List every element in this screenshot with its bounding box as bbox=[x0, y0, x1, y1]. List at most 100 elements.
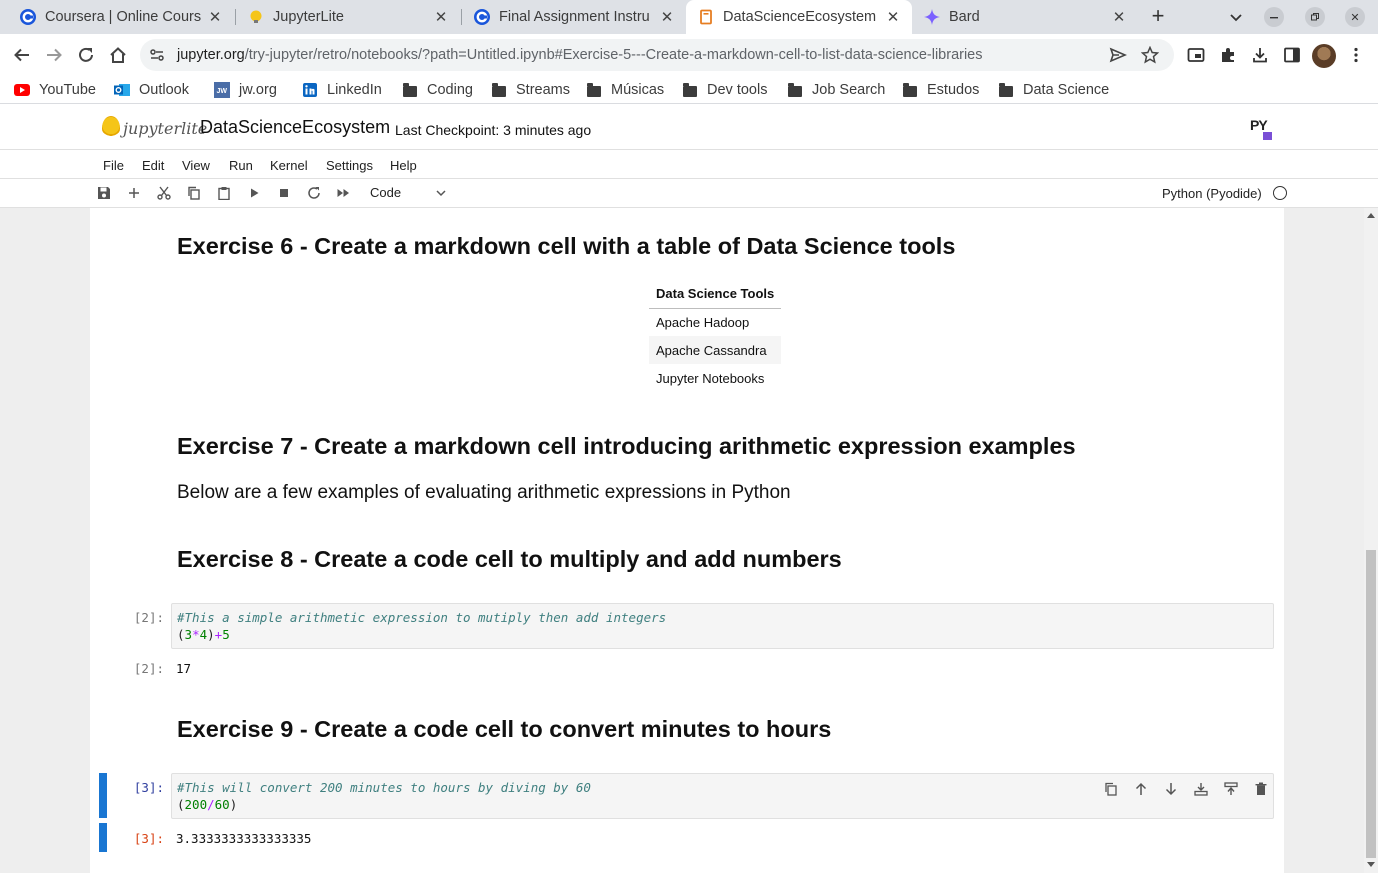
exercise-7-heading: Exercise 7 - Create a markdown cell intr… bbox=[177, 433, 1076, 459]
bookmark-star-icon[interactable] bbox=[1140, 45, 1160, 65]
menu-kernel[interactable]: Kernel bbox=[270, 158, 308, 173]
close-tab-icon[interactable]: ✕ bbox=[206, 8, 224, 26]
close-tab-icon[interactable]: ✕ bbox=[884, 8, 902, 26]
tab-title: Final Assignment Instru bbox=[499, 9, 650, 25]
url-text: jupyter.org/try-jupyter/retro/notebooks/… bbox=[177, 47, 983, 63]
exercise-8-heading: Exercise 8 - Create a code cell to multi… bbox=[177, 546, 842, 572]
bookmark-folder-data-science[interactable]: Data Science bbox=[998, 80, 1109, 100]
tab-search-icon[interactable] bbox=[1226, 7, 1246, 27]
scroll-down-icon[interactable] bbox=[1367, 862, 1375, 867]
paste-icon[interactable] bbox=[216, 185, 232, 201]
folder-icon bbox=[787, 82, 803, 97]
side-panel-icon[interactable] bbox=[1282, 45, 1302, 65]
insert-above-icon[interactable] bbox=[1186, 780, 1216, 798]
site-info-icon[interactable] bbox=[149, 47, 165, 63]
download-icon[interactable] bbox=[1250, 45, 1270, 65]
tab-title: Bard bbox=[949, 9, 980, 25]
cell-3-input-prompt: [3]: bbox=[133, 780, 164, 795]
profile-avatar[interactable] bbox=[1312, 44, 1336, 68]
tab-coursera[interactable]: Coursera | Online Cours ✕ bbox=[8, 0, 234, 34]
notebook-scrollbar[interactable] bbox=[1364, 208, 1378, 873]
input-collapser[interactable] bbox=[99, 773, 107, 818]
cell-type-select[interactable]: Code bbox=[370, 185, 401, 200]
duplicate-cell-icon[interactable] bbox=[1096, 780, 1126, 798]
run-icon[interactable] bbox=[246, 185, 262, 201]
cell-2-code-input[interactable]: #This a simple arithmetic expression to … bbox=[171, 603, 1274, 649]
close-tab-icon[interactable]: ✕ bbox=[658, 8, 676, 26]
menu-run[interactable]: Run bbox=[229, 158, 253, 173]
last-checkpoint: Last Checkpoint: 3 minutes ago bbox=[395, 122, 592, 138]
bookmark-label: Dev tools bbox=[707, 82, 768, 98]
bookmark-jw-org[interactable]: JW jw.org bbox=[214, 80, 277, 100]
bookmark-label: LinkedIn bbox=[327, 82, 382, 98]
address-bar[interactable]: jupyter.org/try-jupyter/retro/notebooks/… bbox=[140, 39, 1174, 71]
exercise-6-heading: Exercise 6 - Create a markdown cell with… bbox=[177, 233, 956, 259]
bookmark-label: YouTube bbox=[39, 82, 96, 98]
send-icon[interactable] bbox=[1108, 45, 1128, 65]
delete-cell-icon[interactable] bbox=[1246, 780, 1276, 798]
close-tab-icon[interactable]: ✕ bbox=[432, 8, 450, 26]
url-domain: jupyter.org bbox=[177, 47, 245, 63]
cut-icon[interactable] bbox=[156, 185, 172, 201]
cell-2-output-prompt: [2]: bbox=[133, 661, 164, 676]
run-all-icon[interactable] bbox=[336, 185, 352, 201]
cast-icon[interactable] bbox=[1186, 45, 1206, 65]
extensions-icon[interactable] bbox=[1218, 45, 1238, 65]
more-menu-icon[interactable] bbox=[1346, 45, 1366, 65]
output-collapser[interactable] bbox=[99, 823, 107, 852]
jupyter-header: jupyterlite DataScienceEcosystem Last Ch… bbox=[0, 105, 1378, 150]
move-down-icon[interactable] bbox=[1156, 780, 1186, 798]
scroll-up-icon[interactable] bbox=[1367, 213, 1375, 218]
new-tab-icon[interactable]: + bbox=[1146, 5, 1170, 29]
back-icon[interactable] bbox=[10, 43, 34, 67]
bookmark-youtube[interactable]: YouTube bbox=[14, 80, 96, 100]
jupyterlite-logo[interactable]: jupyterlite bbox=[102, 115, 207, 141]
notebook-title[interactable]: DataScienceEcosystem bbox=[200, 117, 390, 138]
bookmark-outlook[interactable]: Outlook bbox=[114, 80, 189, 100]
bookmark-folder-musicas[interactable]: Músicas bbox=[586, 80, 664, 100]
folder-icon bbox=[586, 82, 602, 97]
bookmark-label: Músicas bbox=[611, 82, 665, 98]
menu-settings[interactable]: Settings bbox=[326, 158, 373, 173]
scrollbar-thumb[interactable] bbox=[1366, 550, 1376, 858]
add-cell-icon[interactable] bbox=[126, 185, 142, 201]
bookmark-folder-coding[interactable]: Coding bbox=[402, 80, 473, 100]
forward-icon[interactable] bbox=[42, 43, 66, 67]
close-tab-icon[interactable]: ✕ bbox=[1110, 8, 1128, 26]
bookmark-folder-job-search[interactable]: Job Search bbox=[787, 80, 885, 100]
insert-below-icon[interactable] bbox=[1216, 780, 1246, 798]
bookmark-folder-streams[interactable]: Streams bbox=[491, 80, 570, 100]
close-window-icon[interactable]: ✕ bbox=[1345, 7, 1365, 27]
code-line: (3*4)+5 bbox=[177, 627, 230, 642]
home-icon[interactable] bbox=[106, 43, 130, 67]
chevron-down-icon[interactable] bbox=[434, 186, 448, 200]
stop-icon[interactable] bbox=[276, 185, 292, 201]
folder-icon bbox=[902, 82, 918, 97]
kernel-name[interactable]: Python (Pyodide) bbox=[1162, 186, 1262, 201]
move-up-icon[interactable] bbox=[1126, 780, 1156, 798]
menu-file[interactable]: File bbox=[103, 158, 124, 173]
menu-view[interactable]: View bbox=[182, 158, 210, 173]
lightbulb-icon bbox=[102, 116, 120, 140]
menu-edit[interactable]: Edit bbox=[142, 158, 164, 173]
restore-icon[interactable] bbox=[1305, 7, 1325, 27]
tab-datascienceecosystem[interactable]: DataScienceEcosystem ✕ bbox=[686, 0, 912, 34]
minimize-icon[interactable] bbox=[1264, 7, 1284, 27]
folder-icon bbox=[402, 82, 418, 97]
exercise-9-heading: Exercise 9 - Create a code cell to conve… bbox=[177, 716, 832, 742]
bookmark-folder-estudos[interactable]: Estudos bbox=[902, 80, 979, 100]
menu-help[interactable]: Help bbox=[390, 158, 417, 173]
jw-icon: JW bbox=[214, 82, 230, 98]
bookmark-folder-dev-tools[interactable]: Dev tools bbox=[682, 80, 767, 100]
copy-icon[interactable] bbox=[186, 185, 202, 201]
tab-bard[interactable]: Bard ✕ bbox=[912, 0, 1138, 34]
outlook-icon bbox=[114, 83, 130, 97]
code-line: (200/60) bbox=[177, 797, 238, 812]
tab-jupyterlite[interactable]: JupyterLite ✕ bbox=[236, 0, 460, 34]
restart-icon[interactable] bbox=[306, 185, 322, 201]
save-icon[interactable] bbox=[96, 185, 112, 201]
reload-icon[interactable] bbox=[74, 43, 98, 67]
tab-final-assignment[interactable]: Final Assignment Instru ✕ bbox=[462, 0, 686, 34]
bookmark-linkedin[interactable]: LinkedIn bbox=[302, 80, 382, 100]
bookmark-label: Data Science bbox=[1023, 82, 1110, 98]
